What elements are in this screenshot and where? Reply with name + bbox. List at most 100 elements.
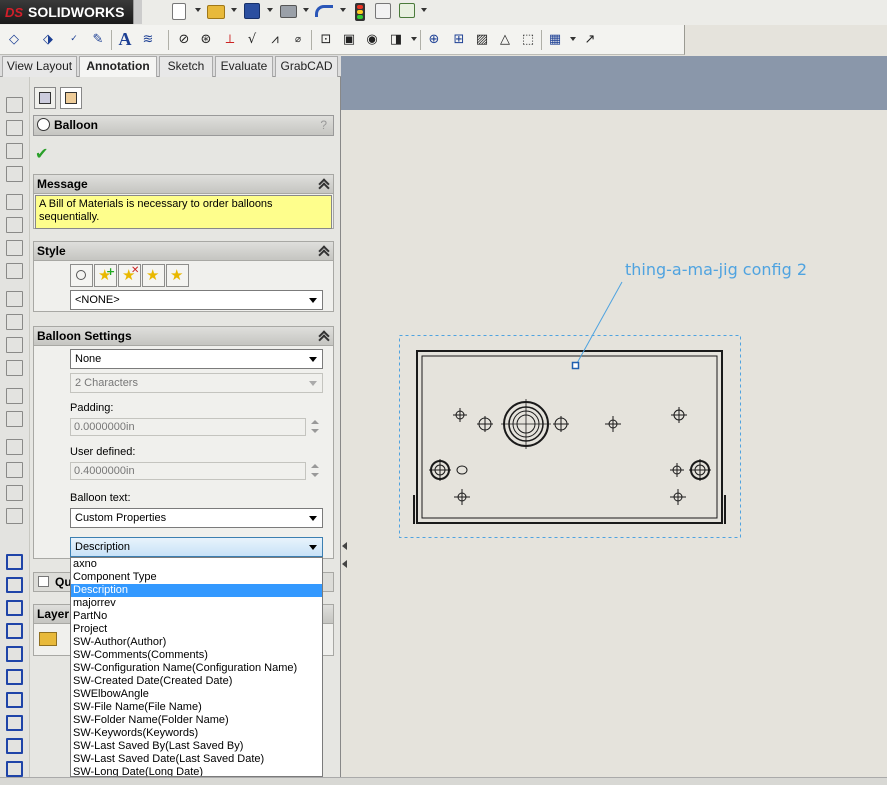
- file-properties-icon[interactable]: [375, 3, 391, 19]
- baseline-dimension-icon[interactable]: [6, 623, 23, 639]
- dropdown-option[interactable]: SW-File Name(File Name): [71, 701, 322, 714]
- section-view-icon[interactable]: [6, 194, 23, 210]
- center-mark-icon[interactable]: ⊕: [424, 29, 444, 49]
- graphics-area[interactable]: thing-a-ma-jig config 2: [341, 110, 887, 777]
- dropdown-option[interactable]: Component Type: [71, 571, 322, 584]
- geometric-tolerance-icon[interactable]: ⊡: [316, 29, 336, 49]
- chamfer-dimension-icon[interactable]: [6, 669, 23, 685]
- dropdown-option[interactable]: SW-Author(Author): [71, 636, 322, 649]
- revision-symbol-icon[interactable]: △: [495, 29, 515, 49]
- standard-3-view-icon[interactable]: [6, 97, 23, 113]
- style-select[interactable]: <NONE>: [70, 290, 323, 310]
- update-standard-views-icon[interactable]: ↗: [580, 29, 600, 49]
- property-manager-tab[interactable]: [60, 87, 82, 109]
- linear-note-pattern-icon[interactable]: ≋: [138, 29, 158, 49]
- balloon-icon[interactable]: ⊘: [174, 29, 194, 49]
- model-view-icon[interactable]: [6, 120, 23, 136]
- dropdown-option[interactable]: SW-Last Saved Date(Last Saved Date): [71, 753, 322, 766]
- sheet-format-icon[interactable]: [6, 508, 23, 524]
- ordinate-dimension-icon[interactable]: [6, 646, 23, 662]
- dropdown-option[interactable]: SW-Comments(Comments): [71, 649, 322, 662]
- spell-checker-icon[interactable]: ✓: [64, 29, 84, 49]
- options-dropdown-arrow[interactable]: [421, 8, 427, 12]
- horizontal-dimension-icon[interactable]: [6, 577, 23, 593]
- save-style-icon[interactable]: ★: [142, 264, 165, 287]
- hole-callout-icon[interactable]: ⌀: [288, 29, 308, 49]
- tab-sketch[interactable]: Sketch: [159, 56, 213, 77]
- save-icon[interactable]: [244, 3, 260, 19]
- balloon-text-select[interactable]: Custom Properties: [70, 508, 323, 528]
- table-dropdown-arrow[interactable]: [570, 37, 576, 41]
- dropdown-option[interactable]: SW-Configuration Name(Configuration Name…: [71, 662, 322, 675]
- format-painter-icon[interactable]: ✎: [88, 29, 108, 49]
- undo-icon[interactable]: [315, 5, 333, 17]
- open-folder-icon[interactable]: [207, 5, 225, 19]
- rebuild-icon[interactable]: [355, 3, 365, 21]
- collapse-chevron-icon[interactable]: [320, 180, 328, 188]
- dropdown-option[interactable]: Description: [71, 584, 322, 597]
- undo-dropdown-arrow[interactable]: [340, 8, 346, 12]
- dropdown-option[interactable]: SW-Created Date(Created Date): [71, 675, 322, 688]
- dropdown-option[interactable]: SW-Long Date(Long Date): [71, 766, 322, 776]
- datum-target-icon[interactable]: ◉: [362, 29, 382, 49]
- alternate-position-view-icon[interactable]: [6, 314, 23, 330]
- balloon-style-select[interactable]: None: [70, 349, 323, 369]
- broken-out-section-icon[interactable]: [6, 240, 23, 256]
- dropdown-option[interactable]: SWElbowAngle: [71, 688, 322, 701]
- crop-view-icon[interactable]: [6, 291, 23, 307]
- smart-dimension-strip-icon[interactable]: [6, 554, 23, 570]
- menu-flyout-arrow[interactable]: [133, 0, 142, 24]
- path-length-icon[interactable]: [6, 715, 23, 731]
- rotate-dimension-icon[interactable]: [6, 738, 23, 754]
- magnetic-line-icon[interactable]: ⟂: [220, 29, 240, 49]
- align-dimension-icon[interactable]: [6, 761, 23, 777]
- relative-view-icon[interactable]: [6, 337, 23, 353]
- vertical-dimension-icon[interactable]: [6, 600, 23, 616]
- panel-collapse-grip[interactable]: [341, 538, 349, 574]
- predefined-view-icon[interactable]: [6, 388, 23, 404]
- centerline-icon[interactable]: ⊞: [449, 29, 469, 49]
- tab-view-layout[interactable]: View Layout: [2, 56, 77, 77]
- options-icon[interactable]: [399, 3, 415, 18]
- new-dropdown-arrow[interactable]: [195, 8, 201, 12]
- smart-dimension-icon[interactable]: ◇: [4, 29, 24, 49]
- balloon-text[interactable]: thing-a-ma-jig config 2: [625, 260, 807, 279]
- ok-check-icon[interactable]: ✔: [35, 144, 48, 163]
- tab-grabcad[interactable]: GrabCAD: [275, 56, 338, 77]
- blocks-icon[interactable]: ◨: [386, 29, 406, 49]
- break-icon[interactable]: [6, 263, 23, 279]
- show-view-icon[interactable]: [6, 485, 23, 501]
- auxiliary-view-icon[interactable]: [6, 166, 23, 182]
- save-dropdown-arrow[interactable]: [267, 8, 273, 12]
- surface-finish-icon[interactable]: √: [242, 29, 262, 49]
- print-icon[interactable]: [280, 5, 297, 18]
- drawing-view[interactable]: [341, 110, 887, 777]
- dropdown-option[interactable]: SW-Last Saved By(Last Saved By): [71, 740, 322, 753]
- insert-view-icon[interactable]: [6, 411, 23, 427]
- dropdown-option[interactable]: axno: [71, 558, 322, 571]
- empty-view-icon[interactable]: [6, 360, 23, 376]
- print-dropdown-arrow[interactable]: [303, 8, 309, 12]
- datum-feature-icon[interactable]: ▣: [339, 29, 359, 49]
- balloon-settings-header[interactable]: Balloon Settings: [34, 327, 333, 346]
- dropdown-option[interactable]: SW-Folder Name(Folder Name): [71, 714, 322, 727]
- tab-annotation[interactable]: Annotation: [79, 56, 157, 78]
- new-document-icon[interactable]: [172, 3, 186, 20]
- style-header[interactable]: Style: [34, 242, 333, 261]
- weld-symbol-icon[interactable]: ⩘: [265, 29, 285, 49]
- hide-view-icon[interactable]: [6, 462, 23, 478]
- collapse-chevron-icon[interactable]: [320, 247, 328, 255]
- dropdown-option[interactable]: PartNo: [71, 610, 322, 623]
- apply-default-style-icon[interactable]: [70, 264, 93, 287]
- open-dropdown-arrow[interactable]: [231, 8, 237, 12]
- table-icon[interactable]: ▦: [545, 29, 565, 49]
- detail-view-icon[interactable]: [6, 217, 23, 233]
- revision-cloud-icon[interactable]: ⬚: [518, 29, 538, 49]
- help-icon[interactable]: ?: [320, 116, 327, 135]
- custom-property-select[interactable]: Description: [70, 537, 323, 557]
- message-header[interactable]: Message: [34, 175, 333, 194]
- add-style-icon[interactable]: ★ +: [94, 264, 117, 287]
- load-style-icon[interactable]: ★: [166, 264, 189, 287]
- blocks-dropdown-arrow[interactable]: [411, 37, 417, 41]
- model-items-icon[interactable]: ⬗: [38, 29, 58, 49]
